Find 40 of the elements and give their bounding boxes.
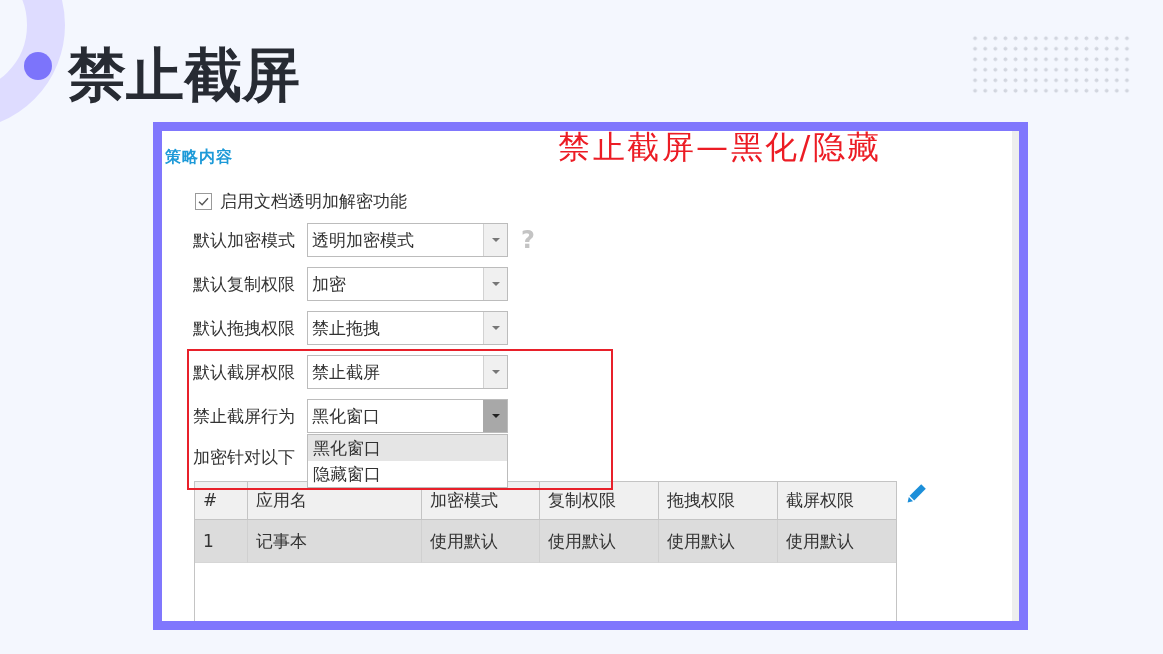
caret-icon bbox=[491, 282, 500, 286]
pencil-icon[interactable] bbox=[907, 483, 927, 503]
table-cell: 使用默认 bbox=[778, 520, 896, 563]
checkbox[interactable] bbox=[195, 192, 212, 210]
field-label: 默认截屏权限 bbox=[193, 362, 295, 382]
caret-icon bbox=[491, 238, 500, 242]
column-header[interactable]: # bbox=[195, 482, 248, 520]
table-row[interactable]: 1 记事本 使用默认 使用默认 使用默认 使用默认 bbox=[195, 520, 896, 563]
caret-icon bbox=[491, 414, 500, 418]
combo-box[interactable]: 加密 bbox=[307, 267, 508, 301]
checkmark-icon bbox=[198, 196, 209, 206]
slide-title: 禁止截屏 bbox=[68, 46, 300, 104]
table-cell: 记事本 bbox=[248, 520, 422, 563]
table-cell: 1 bbox=[195, 520, 248, 563]
combo-box[interactable]: 透明加密模式 bbox=[307, 223, 508, 257]
dropdown-option[interactable]: 黑化窗口 bbox=[308, 435, 507, 461]
field-label: 默认加密模式 bbox=[193, 230, 295, 250]
column-header[interactable]: 截屏权限 bbox=[778, 482, 896, 520]
field-label: 加密针对以下 bbox=[193, 447, 295, 467]
column-header[interactable]: 拖拽权限 bbox=[659, 482, 778, 520]
combo-box[interactable]: 黑化窗口 bbox=[307, 399, 508, 433]
annotation-text: 禁止截屏—黑化/隐藏 bbox=[558, 131, 882, 163]
caret-icon bbox=[491, 370, 500, 374]
dropdown-button[interactable] bbox=[483, 356, 507, 388]
checkbox-label: 启用文档透明加解密功能 bbox=[220, 191, 407, 211]
section-title: 策略内容 bbox=[165, 147, 233, 167]
dropdown-button[interactable] bbox=[483, 312, 507, 344]
table-cell: 使用默认 bbox=[659, 520, 778, 563]
field-label: 默认拖拽权限 bbox=[193, 318, 295, 338]
dropdown-button[interactable] bbox=[483, 268, 507, 300]
table-cell: 使用默认 bbox=[540, 520, 659, 563]
combo-box[interactable]: 禁止截屏 bbox=[307, 355, 508, 389]
caret-icon bbox=[491, 326, 500, 330]
dropdown-button[interactable] bbox=[483, 224, 507, 256]
dropdown-button[interactable] bbox=[483, 400, 507, 432]
field-label: 默认复制权限 bbox=[193, 274, 295, 294]
column-header[interactable]: 复制权限 bbox=[540, 482, 659, 520]
combo-box[interactable]: 禁止拖拽 bbox=[307, 311, 508, 345]
table-cell: 使用默认 bbox=[422, 520, 540, 563]
field-label: 禁止截屏行为 bbox=[193, 406, 295, 426]
